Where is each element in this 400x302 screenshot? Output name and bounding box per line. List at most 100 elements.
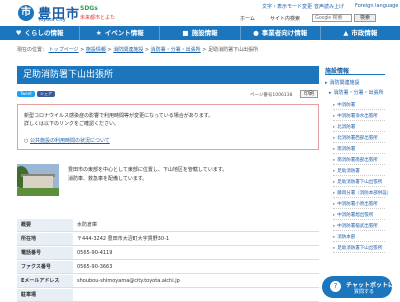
city-name-en: Toyota City bbox=[38, 17, 66, 23]
row-label: 電話番号 bbox=[17, 247, 73, 259]
sidebar-item[interactable]: ▸ 中消防署浄水出張所 bbox=[333, 112, 385, 121]
share-button[interactable]: シェア bbox=[37, 91, 55, 97]
sidebar-item[interactable]: ▸ 中消防署旭出張所 bbox=[333, 211, 385, 220]
nav-living[interactable]: ♥ くらしの情報 bbox=[0, 26, 79, 40]
arrow-icon: ▸ bbox=[333, 169, 336, 174]
sidebar-item[interactable]: ▸ 中消防署 bbox=[333, 101, 385, 110]
city-logo-icon[interactable]: 市 bbox=[18, 5, 34, 21]
row-value: 水防倉庫 bbox=[77, 222, 98, 228]
sidebar-item[interactable]: ▸ 南消防署南部出張所 bbox=[333, 156, 385, 165]
sidebar-item[interactable]: ▸ 足助消防署下山出張所 bbox=[333, 178, 385, 187]
row-label: 所在地 bbox=[17, 233, 73, 245]
breadcrumb-top[interactable]: トップページ bbox=[49, 47, 79, 53]
nav-facilities[interactable]: ■ 施設情報 bbox=[159, 26, 239, 40]
chatbot-button[interactable]: ? チャットボットに 質問する bbox=[322, 276, 394, 298]
site-search-label: サイト内検索 bbox=[270, 16, 301, 22]
sidebar-item-label: 南消防署南部出張所 bbox=[337, 158, 378, 163]
arrow-icon: ▸ bbox=[333, 246, 336, 251]
nav-business[interactable]: ● 事業者向け情報 bbox=[239, 26, 320, 40]
nav-city-info[interactable]: ▲ 市政情報 bbox=[319, 26, 400, 40]
sidebar-item[interactable]: ▸ 中消防署小原出張所 bbox=[333, 200, 385, 209]
heart-icon: ♥ bbox=[15, 29, 22, 37]
foreign-language-link[interactable]: Foreign language bbox=[355, 3, 398, 9]
chat-icon: ? bbox=[330, 281, 341, 292]
sidebar-item-label: 北消防署 bbox=[337, 125, 356, 130]
star-icon: ★ bbox=[95, 29, 102, 37]
building-icon: ■ bbox=[182, 29, 189, 37]
sidebar-item-label: 消防本部 bbox=[337, 235, 356, 240]
sdgs-logo: SDGs bbox=[80, 5, 98, 12]
breadcrumb-stations[interactable]: 消防署・分署・出張所 bbox=[151, 47, 201, 53]
sidebar-section[interactable]: ▸ 消防関連施設 bbox=[325, 79, 385, 86]
sidebar-subsection[interactable]: ▸ 消防署・分署・出張所 bbox=[329, 89, 389, 96]
sidebar-item[interactable]: ▸ 北消防署 bbox=[333, 123, 385, 132]
page-id: ページ番号1006138 bbox=[250, 93, 293, 98]
row-value: 0565-90-4119 bbox=[77, 250, 113, 256]
row-value[interactable]: shoubou-shimoyama@city.toyota.aichi.jp bbox=[77, 275, 180, 287]
print-button[interactable]: 印刷 bbox=[300, 90, 318, 98]
nav-label: 市政情報 bbox=[351, 29, 378, 37]
row-label: 概要 bbox=[17, 219, 73, 231]
sidebar-item[interactable]: ▸ 北消防署西部出張所 bbox=[333, 134, 385, 143]
arrow-icon: ▸ bbox=[333, 180, 336, 185]
covid-notice: 新型コロナウイルス感染症の影響で利用時間等が変更になっている場合があります。 詳… bbox=[17, 104, 319, 150]
notice-link[interactable]: ○ 公共施設の利用時間の状況について bbox=[24, 137, 110, 144]
row-label: 駐車場 bbox=[17, 289, 73, 301]
sidebar-item-label: 中消防署旭出張所 bbox=[337, 213, 374, 218]
notice-line: 詳しくは以下のリンクをご確認ください。 bbox=[24, 121, 120, 127]
sidebar-item-label: 足助消防署 bbox=[337, 169, 360, 174]
arrow-icon: ▸ bbox=[333, 136, 336, 141]
sidebar-item[interactable]: ▸ 消防本部 bbox=[333, 233, 385, 242]
sidebar-item-label: 北消防署西部出張所 bbox=[337, 136, 378, 141]
breadcrumb-facilities[interactable]: 施設情報 bbox=[86, 47, 106, 53]
site-header: 市 豊田市 Toyota City SDGs 未来都市とよた 文字・表示モード変… bbox=[0, 0, 400, 26]
sidebar-item[interactable]: ▸ 足助消防署下山出張所 bbox=[333, 244, 385, 253]
sidebar-item-label: 中消防署浄水出張所 bbox=[337, 114, 378, 119]
search-input[interactable] bbox=[312, 14, 352, 22]
sidebar-item-label: 足助消防署下山出張所 bbox=[337, 180, 383, 185]
breadcrumb-current: 足助消防署下山出張所 bbox=[208, 47, 259, 53]
description-line: 豊田市の東部を中心として東部に位置し、下山地区を管轄しています。 bbox=[68, 167, 228, 173]
global-nav: ♥ くらしの情報 ★ イベント情報 ■ 施設情報 ● 事業者向け情報 ▲ 市政情報 bbox=[0, 26, 400, 40]
arrow-icon: ▸ bbox=[333, 235, 336, 240]
row-label: Eメールアドレス bbox=[17, 275, 73, 287]
notice-link-text[interactable]: 公共施設の利用時間の状況について bbox=[30, 138, 110, 144]
sdgs-subtitle: 未来都市とよた bbox=[80, 15, 116, 21]
arrow-icon: ▸ bbox=[333, 224, 336, 229]
sidebar-divider bbox=[325, 74, 385, 75]
nav-label: イベント情報 bbox=[104, 29, 144, 37]
search-button[interactable]: 検索 bbox=[354, 14, 376, 22]
sidebar-item[interactable]: ▸ 南消防署 bbox=[333, 145, 385, 154]
sidebar-subsection-label: 消防署・分署・出張所 bbox=[333, 90, 384, 96]
sidebar-item-label: 中消防署稲武出張所 bbox=[337, 224, 378, 229]
sidebar-item-label: 南消防署 bbox=[337, 147, 356, 152]
arrow-icon: ▸ bbox=[333, 158, 336, 163]
breadcrumb-fire-facilities[interactable]: 消防関連施設 bbox=[113, 47, 143, 53]
chat-sublabel: 質問する bbox=[354, 289, 375, 295]
arrow-icon: ▸ bbox=[333, 114, 336, 119]
breadcrumb: 現在の位置： トップページ > 施設情報 > 消防関連施設 > 消防署・分署・出… bbox=[17, 47, 259, 53]
row-value: 〒444-3242 豊田市大沼町大字貫野30-1 bbox=[77, 236, 170, 242]
table-row: 駐車場 bbox=[17, 289, 319, 302]
arrow-icon: ▸ bbox=[333, 125, 336, 130]
sidebar-section-label: 消防関連施設 bbox=[329, 80, 360, 86]
display-mode-link[interactable]: 文字・表示モード変更 bbox=[262, 3, 312, 10]
nav-label: 施設情報 bbox=[191, 29, 218, 37]
sidebar-item-label: 足助消防署下山出張所 bbox=[337, 246, 383, 251]
table-row: Eメールアドレス shoubou-shimoyama@city.toyota.ai… bbox=[17, 275, 319, 288]
nav-events[interactable]: ★ イベント情報 bbox=[79, 26, 159, 40]
home-link[interactable]: ホーム bbox=[240, 15, 255, 22]
sidebar-item-label: 中消防署 bbox=[337, 103, 356, 108]
sidebar-item[interactable]: ▸ 藤岡分署（消防本部併設） bbox=[333, 189, 391, 198]
arrow-icon: ▸ bbox=[329, 90, 332, 96]
notice-line: 新型コロナウイルス感染症の影響で利用時間等が変更になっている場合があります。 bbox=[24, 113, 214, 119]
city-icon: ▲ bbox=[343, 29, 349, 37]
sidebar-item[interactable]: ▸ 足助消防署 bbox=[333, 167, 385, 176]
business-icon: ● bbox=[253, 29, 259, 37]
nav-label: くらしの情報 bbox=[24, 29, 64, 37]
sidebar-item[interactable]: ▸ 中消防署稲武出張所 bbox=[333, 222, 385, 231]
audio-link[interactable]: 音声読み上げ bbox=[314, 3, 344, 10]
breadcrumb-prefix: 現在の位置： bbox=[17, 47, 48, 53]
arrow-icon: ▸ bbox=[333, 191, 336, 196]
tweet-button[interactable]: Tweet bbox=[17, 91, 35, 97]
